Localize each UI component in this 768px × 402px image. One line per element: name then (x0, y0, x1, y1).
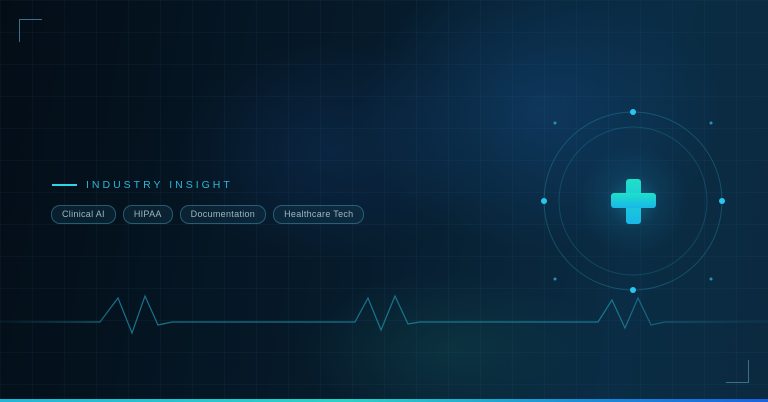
eyebrow-accent-line (52, 184, 77, 186)
medical-emblem (541, 109, 725, 293)
corner-bracket-bottom-right (726, 360, 749, 383)
eyebrow-label: INDUSTRY INSIGHT (86, 179, 233, 191)
tag-documentation[interactable]: Documentation (179, 205, 267, 224)
tag-list: Clinical AI HIPAA Documentation Healthca… (51, 205, 365, 224)
tag-hipaa[interactable]: HIPAA (122, 205, 173, 224)
hero-banner: INDUSTRY INSIGHT Clinical AI HIPAA Docum… (0, 0, 768, 402)
eyebrow: INDUSTRY INSIGHT (52, 178, 233, 192)
tag-healthcare-tech[interactable]: Healthcare Tech (273, 205, 365, 224)
corner-bracket-top-left (19, 19, 42, 42)
tag-clinical-ai[interactable]: Clinical AI (51, 205, 116, 224)
